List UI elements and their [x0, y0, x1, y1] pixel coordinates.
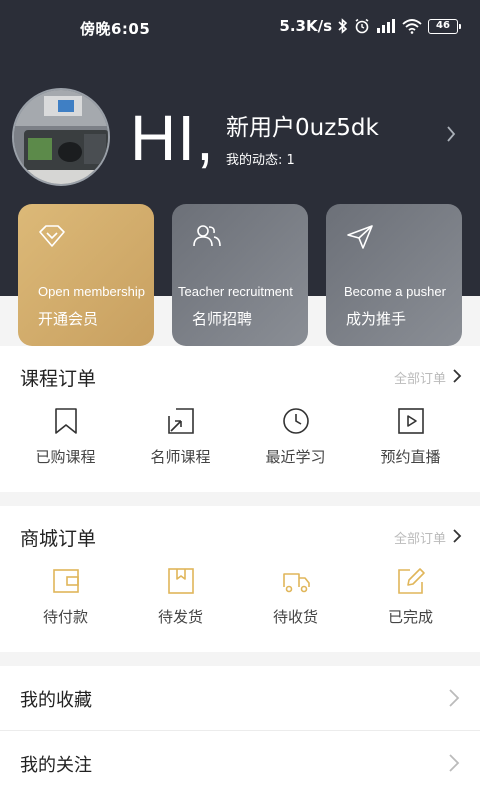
list-item-my-favorites[interactable]: 我的收藏: [0, 666, 480, 730]
grid-item-scheduled-live[interactable]: 预约直播: [353, 404, 468, 484]
grid-item-purchased-courses[interactable]: 已购课程: [8, 404, 123, 484]
play-box-icon: [396, 406, 426, 436]
grid-item-recent-learning[interactable]: 最近学习: [238, 404, 353, 484]
avatar[interactable]: [12, 88, 110, 186]
grid-label: 待付款: [42, 608, 88, 626]
activity-count[interactable]: 我的动态: 1: [226, 149, 295, 168]
username[interactable]: 新用户0uz5dk: [226, 108, 379, 142]
status-icons: 5.3K/s 46: [279, 17, 461, 35]
card-title-en: Open membership: [38, 284, 145, 299]
section-title: 课程订单: [20, 368, 97, 390]
card-title-cn: 名师招聘: [192, 310, 253, 328]
grid-item-pending-receipt[interactable]: 待收货: [238, 564, 353, 644]
grid-item-pending-payment[interactable]: 待付款: [8, 564, 123, 644]
menu-list: 我的收藏 我的关注: [0, 666, 480, 800]
bookmark-icon: [51, 406, 81, 436]
all-orders-label: 全部订单: [393, 372, 446, 387]
card-title-cn: 成为推手: [346, 310, 407, 328]
clock-icon: [281, 406, 311, 436]
chevron-right-icon: [448, 688, 460, 712]
grid-item-famous-teacher-courses[interactable]: 名师课程: [123, 404, 238, 484]
chevron-right-icon[interactable]: [446, 125, 456, 147]
list-item-my-follows[interactable]: 我的关注: [0, 730, 480, 794]
wallet-icon: [51, 566, 81, 596]
greeting: HI,: [130, 102, 215, 174]
list-label: 我的关注: [20, 755, 92, 776]
grid-label: 已完成: [387, 608, 433, 626]
diamond-icon: [38, 224, 66, 252]
card-title-en: Become a pusher: [344, 284, 446, 299]
battery-icon: 46: [428, 18, 461, 34]
chevron-right-icon: [452, 528, 462, 547]
all-course-orders-link[interactable]: 全部订单: [394, 368, 462, 387]
edit-icon: [396, 566, 426, 596]
network-speed: 5.3K/s: [279, 17, 332, 35]
course-orders-section: 课程订单 全部订单 已购课程 名师课程 最近学习 预约直播: [0, 346, 480, 492]
all-shop-orders-link[interactable]: 全部订单: [394, 528, 462, 547]
list-label: 我的收藏: [20, 690, 92, 711]
status-bar: 傍晚6:05 5.3K/s 46: [0, 0, 480, 56]
grid-label: 预约直播: [380, 448, 441, 466]
truck-icon: [281, 566, 311, 596]
bluetooth-icon: [338, 18, 348, 34]
feature-cards: Open membership 开通会员 Teacher recruitment…: [0, 204, 480, 346]
course-order-grid: 已购课程 名师课程 最近学习 预约直播: [0, 404, 480, 484]
card-teacher-recruitment[interactable]: Teacher recruitment 名师招聘: [172, 204, 308, 346]
card-open-membership[interactable]: Open membership 开通会员: [18, 204, 154, 346]
all-orders-label: 全部订单: [393, 532, 446, 547]
grid-label: 最近学习: [265, 448, 326, 466]
card-become-pusher[interactable]: Become a pusher 成为推手: [326, 204, 462, 346]
package-icon: [166, 566, 196, 596]
grid-item-pending-shipment[interactable]: 待发货: [123, 564, 238, 644]
grid-label: 待发货: [157, 608, 203, 626]
wifi-icon: [402, 18, 422, 34]
section-title: 商城订单: [20, 528, 97, 550]
chevron-right-icon: [448, 753, 460, 777]
users-icon: [192, 224, 222, 252]
status-time: 傍晚6:05: [80, 20, 151, 38]
card-title-cn: 开通会员: [38, 310, 99, 328]
signal-icon: [376, 19, 396, 33]
send-icon: [346, 224, 374, 254]
chevron-right-icon: [452, 368, 462, 387]
grid-label: 待收货: [272, 608, 318, 626]
grid-item-completed[interactable]: 已完成: [353, 564, 468, 644]
card-title-en: Teacher recruitment: [178, 284, 293, 299]
shop-orders-section: 商城订单 全部订单 待付款 待发货 待收货 已完成: [0, 506, 480, 652]
grid-label: 已购课程: [35, 448, 96, 466]
shop-order-grid: 待付款 待发货 待收货 已完成: [0, 564, 480, 644]
alarm-icon: [354, 18, 370, 34]
grid-label: 名师课程: [150, 448, 211, 466]
external-box-icon: [166, 406, 196, 436]
